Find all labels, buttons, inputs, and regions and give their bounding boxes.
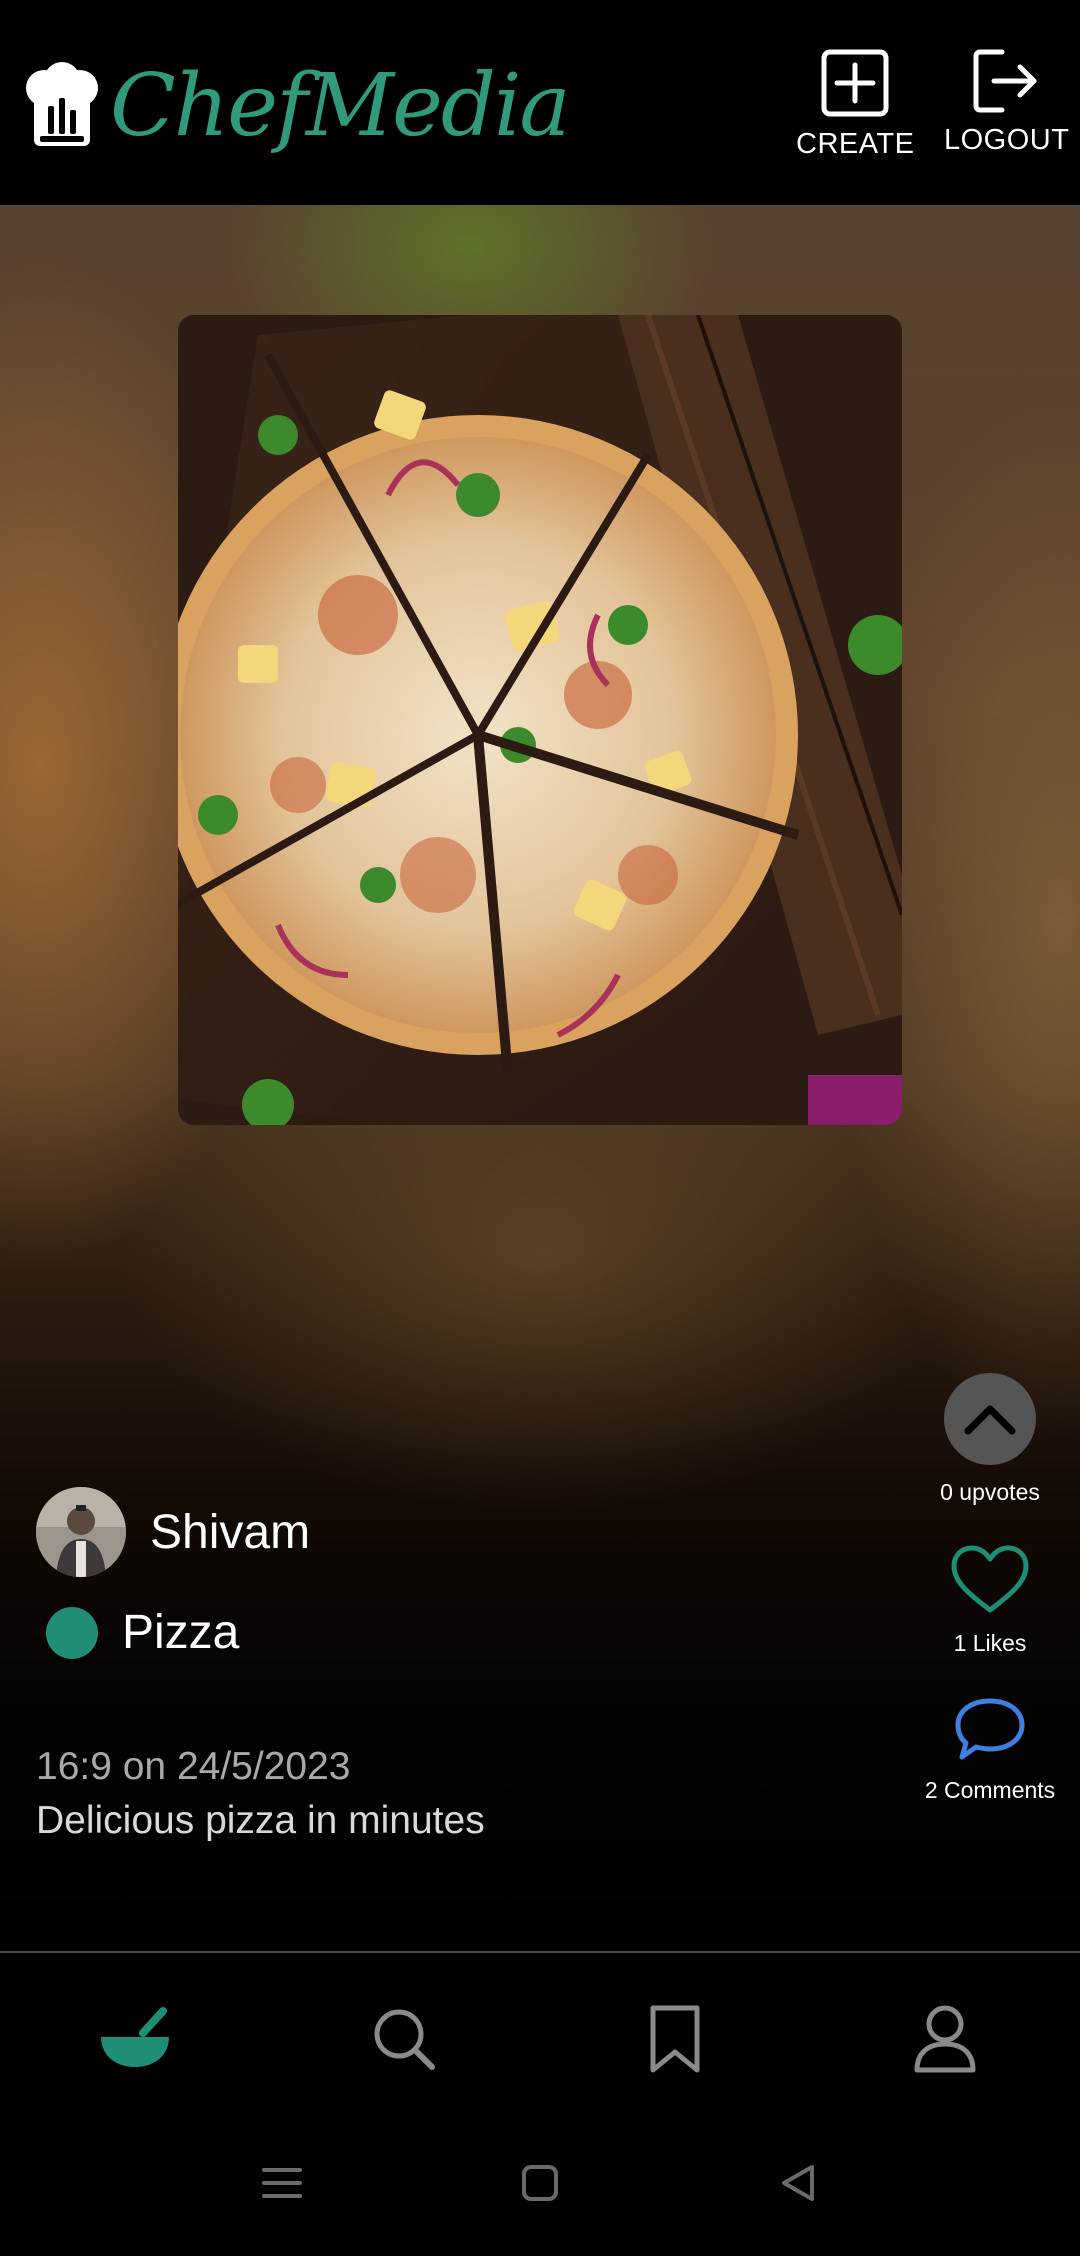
avatar[interactable] xyxy=(36,1487,126,1577)
search-icon xyxy=(374,2009,435,2070)
chef-hat-icon xyxy=(26,62,98,146)
bookmark-icon xyxy=(650,2005,700,2073)
menu-icon xyxy=(262,2168,302,2198)
author-name: Shivam xyxy=(150,1505,311,1559)
author-info[interactable]: Shivam xyxy=(36,1487,310,1577)
logout-icon xyxy=(973,49,1037,113)
post-description: Delicious pizza in minutes xyxy=(36,1799,485,1842)
post-card: 0 upvotes 1 Likes 2 Comments Shivam Pizz… xyxy=(0,205,1080,1953)
nav-profile[interactable] xyxy=(905,1999,985,2079)
avatar-photo xyxy=(36,1487,126,1577)
chevron-up-icon xyxy=(964,1405,1016,1435)
bottom-navigation xyxy=(0,1955,1080,2125)
create-label: CREATE xyxy=(796,128,915,160)
square-icon xyxy=(522,2165,558,2201)
nav-home[interactable] xyxy=(95,1999,175,2079)
plus-square-icon xyxy=(821,49,889,117)
post-image[interactable] xyxy=(178,315,902,1125)
upvote-count: 0 upvotes xyxy=(940,1479,1040,1505)
nav-saved[interactable] xyxy=(635,1999,715,2079)
logout-label: LOGOUT xyxy=(944,124,1070,156)
divider xyxy=(0,1951,1080,1953)
system-home-button[interactable] xyxy=(510,2153,570,2213)
system-navigation-bar xyxy=(0,2125,1080,2256)
category-name: Pizza xyxy=(122,1606,240,1659)
pizza-photo xyxy=(178,315,902,1125)
category-tag: Pizza xyxy=(46,1605,239,1660)
comments-count: 2 Comments xyxy=(924,1777,1056,1803)
nav-search[interactable] xyxy=(364,1999,444,2079)
post-actions: 0 upvotes 1 Likes 2 Comments xyxy=(900,1373,1080,1804)
system-menu-button[interactable] xyxy=(252,2153,312,2213)
likes-count: 1 Likes xyxy=(953,1630,1027,1656)
brand-name: ChefMedia xyxy=(110,56,571,156)
create-button[interactable]: CREATE xyxy=(796,48,914,161)
upvote-button[interactable] xyxy=(944,1373,1036,1465)
top-app-bar: ChefMedia CREATE LOGOUT xyxy=(0,0,1080,205)
post-meta: 16:9 on 24/5/2023 Delicious pizza in min… xyxy=(36,1745,485,1843)
comment-bubble-icon[interactable] xyxy=(953,1695,1027,1763)
user-icon xyxy=(914,2005,976,2073)
back-triangle-icon xyxy=(782,2165,814,2201)
brand-logo[interactable]: ChefMedia xyxy=(24,56,571,156)
app-screen: ChefMedia CREATE LOGOUT 0 upvotes 1 Like… xyxy=(0,0,1080,2256)
heart-icon[interactable] xyxy=(949,1544,1031,1616)
logout-button[interactable]: LOGOUT xyxy=(944,48,1069,157)
category-dot xyxy=(46,1606,98,1659)
post-timestamp: 16:9 on 24/5/2023 xyxy=(36,1745,351,1788)
mortar-bowl-icon xyxy=(101,2007,169,2067)
system-back-button[interactable] xyxy=(768,2153,828,2213)
